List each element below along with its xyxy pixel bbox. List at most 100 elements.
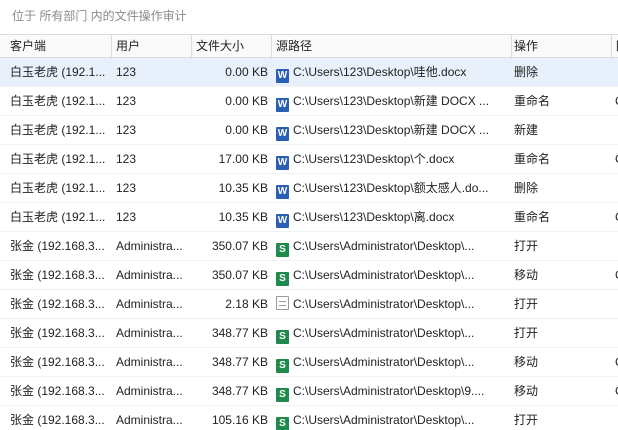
txt-file-icon bbox=[276, 296, 289, 310]
cell-client: 张金 (192.168.3... bbox=[10, 268, 105, 282]
path-text: C:\Users\Administrator\Desktop\... bbox=[293, 355, 475, 369]
cell-path: W C:\Users\123\Desktop\个.docx bbox=[272, 145, 512, 173]
path-text: C:\Users\Administrator\Desktop\... bbox=[293, 413, 475, 427]
path-text: C:\Users\123\Desktop\个.docx bbox=[293, 152, 455, 166]
excel-file-icon: S bbox=[276, 417, 289, 430]
cell-operation: 重命名 bbox=[514, 210, 551, 224]
cell-size: 348.77 KB bbox=[211, 326, 268, 340]
cell-operation: 移动 bbox=[514, 384, 539, 398]
cell-operation: 打开 bbox=[514, 297, 539, 311]
cell-path: W C:\Users\123\Desktop\新建 DOCX ... bbox=[272, 87, 512, 115]
cell-user: Administra... bbox=[116, 355, 183, 369]
cell-user: 123 bbox=[116, 210, 137, 224]
cell-operation: 删除 bbox=[514, 65, 539, 79]
cell-target bbox=[612, 319, 618, 347]
cell-client: 张金 (192.168.3... bbox=[10, 355, 105, 369]
cell-path: S C:\Users\Administrator\Desktop\... bbox=[272, 348, 512, 376]
table-row[interactable]: 张金 (192.168.3... Administra... 350.07 KB S C… bbox=[0, 232, 618, 261]
excel-file-icon: S bbox=[276, 330, 289, 344]
cell-target: C bbox=[612, 348, 618, 376]
cell-size: 0.00 KB bbox=[225, 94, 268, 108]
cell-target bbox=[612, 232, 618, 260]
cell-target: C bbox=[612, 87, 618, 115]
cell-target bbox=[612, 116, 618, 144]
table-row[interactable]: 张金 (192.168.3... Administra... 105.16 KB S C… bbox=[0, 406, 618, 430]
cell-user: 123 bbox=[116, 65, 137, 79]
cell-user: Administra... bbox=[116, 413, 183, 427]
col-header-path[interactable]: 源路径 bbox=[272, 35, 512, 57]
path-text: C:\Users\Administrator\Desktop\... bbox=[293, 297, 475, 311]
table-row[interactable]: 张金 (192.168.3... Administra... 2.18 KB C:\U… bbox=[0, 290, 618, 319]
word-file-icon: W bbox=[276, 214, 289, 228]
cell-user: 123 bbox=[116, 94, 137, 108]
table-row[interactable]: 张金 (192.168.3... Administra... 350.07 KB S C… bbox=[0, 261, 618, 290]
col-header-size[interactable]: 文件大小 bbox=[192, 35, 272, 57]
excel-file-icon: S bbox=[276, 359, 289, 373]
cell-size: 0.00 KB bbox=[225, 65, 268, 79]
cell-path: W C:\Users\123\Desktop\额太感人.do... bbox=[272, 174, 512, 202]
cell-size: 0.00 KB bbox=[225, 123, 268, 137]
cell-user: Administra... bbox=[116, 384, 183, 398]
cell-path: S C:\Users\Administrator\Desktop\... bbox=[272, 232, 512, 260]
cell-operation: 新建 bbox=[514, 123, 539, 137]
cell-size: 348.77 KB bbox=[211, 384, 268, 398]
cell-target: C bbox=[612, 203, 618, 231]
col-header-user[interactable]: 用户 bbox=[112, 35, 192, 57]
table-row[interactable]: 白玉老虎 (192.1... 123 0.00 KB W C:\Users\123\De… bbox=[0, 58, 618, 87]
cell-operation: 打开 bbox=[514, 413, 539, 427]
cell-path: W C:\Users\123\Desktop\新建 DOCX ... bbox=[272, 116, 512, 144]
path-text: C:\Users\123\Desktop\离.docx bbox=[293, 210, 455, 224]
cell-path: S C:\Users\Administrator\Desktop\9.... bbox=[272, 377, 512, 405]
cell-operation: 移动 bbox=[514, 268, 539, 282]
cell-operation: 移动 bbox=[514, 355, 539, 369]
cell-user: Administra... bbox=[116, 326, 183, 340]
cell-size: 350.07 KB bbox=[211, 268, 268, 282]
table-row[interactable]: 张金 (192.168.3... Administra... 348.77 KB S C… bbox=[0, 348, 618, 377]
cell-client: 张金 (192.168.3... bbox=[10, 297, 105, 311]
cell-client: 白玉老虎 (192.1... bbox=[10, 94, 106, 108]
col-header-client[interactable]: 客户端 bbox=[0, 35, 112, 57]
table-row[interactable]: 白玉老虎 (192.1... 123 10.35 KB W C:\Users\123\D… bbox=[0, 203, 618, 232]
cell-user: 123 bbox=[116, 181, 137, 195]
table-row[interactable]: 白玉老虎 (192.1... 123 17.00 KB W C:\Users\123\D… bbox=[0, 145, 618, 174]
cell-client: 张金 (192.168.3... bbox=[10, 384, 105, 398]
col-header-target[interactable]: 目 bbox=[612, 35, 618, 57]
table-row[interactable]: 张金 (192.168.3... Administra... 348.77 KB S C… bbox=[0, 377, 618, 406]
cell-user: Administra... bbox=[116, 297, 183, 311]
cell-target: C bbox=[612, 145, 618, 173]
cell-size: 10.35 KB bbox=[218, 181, 268, 195]
cell-path: W C:\Users\123\Desktop\哇他.docx bbox=[272, 58, 512, 86]
cell-size: 2.18 KB bbox=[225, 297, 268, 311]
word-file-icon: W bbox=[276, 98, 289, 112]
table-row[interactable]: 白玉老虎 (192.1... 123 10.35 KB W C:\Users\123\D… bbox=[0, 174, 618, 203]
cell-target: C bbox=[612, 377, 618, 405]
cell-operation: 重命名 bbox=[514, 94, 551, 108]
table-row[interactable]: 张金 (192.168.3... Administra... 348.77 KB S C… bbox=[0, 319, 618, 348]
cell-size: 17.00 KB bbox=[218, 152, 268, 166]
cell-path: S C:\Users\Administrator\Desktop\... bbox=[272, 261, 512, 289]
excel-file-icon: S bbox=[276, 243, 289, 257]
word-file-icon: W bbox=[276, 69, 289, 83]
path-text: C:\Users\123\Desktop\新建 DOCX ... bbox=[293, 123, 490, 137]
cell-client: 白玉老虎 (192.1... bbox=[10, 181, 106, 195]
cell-size: 348.77 KB bbox=[211, 355, 268, 369]
table-header: 客户端 用户 文件大小 源路径 操作 目 bbox=[0, 34, 618, 58]
cell-client: 张金 (192.168.3... bbox=[10, 413, 105, 427]
cell-path: C:\Users\Administrator\Desktop\... bbox=[272, 290, 512, 318]
path-text: C:\Users\123\Desktop\新建 DOCX ... bbox=[293, 94, 490, 108]
table-row[interactable]: 白玉老虎 (192.1... 123 0.00 KB W C:\Users\123\De… bbox=[0, 87, 618, 116]
path-text: C:\Users\Administrator\Desktop\9.... bbox=[293, 384, 485, 398]
cell-operation: 删除 bbox=[514, 181, 539, 195]
excel-file-icon: S bbox=[276, 388, 289, 402]
cell-user: 123 bbox=[116, 152, 137, 166]
table-row[interactable]: 白玉老虎 (192.1... 123 0.00 KB W C:\Users\123\De… bbox=[0, 116, 618, 145]
table-body: 白玉老虎 (192.1... 123 0.00 KB W C:\Users\123\De… bbox=[0, 58, 618, 430]
path-text: C:\Users\Administrator\Desktop\... bbox=[293, 268, 475, 282]
cell-operation: 重命名 bbox=[514, 152, 551, 166]
excel-file-icon: S bbox=[276, 272, 289, 286]
cell-size: 350.07 KB bbox=[211, 239, 268, 253]
cell-user: Administra... bbox=[116, 268, 183, 282]
col-header-operation[interactable]: 操作 bbox=[512, 35, 612, 57]
cell-size: 105.16 KB bbox=[211, 413, 268, 427]
path-text: C:\Users\123\Desktop\额太感人.do... bbox=[293, 181, 489, 195]
